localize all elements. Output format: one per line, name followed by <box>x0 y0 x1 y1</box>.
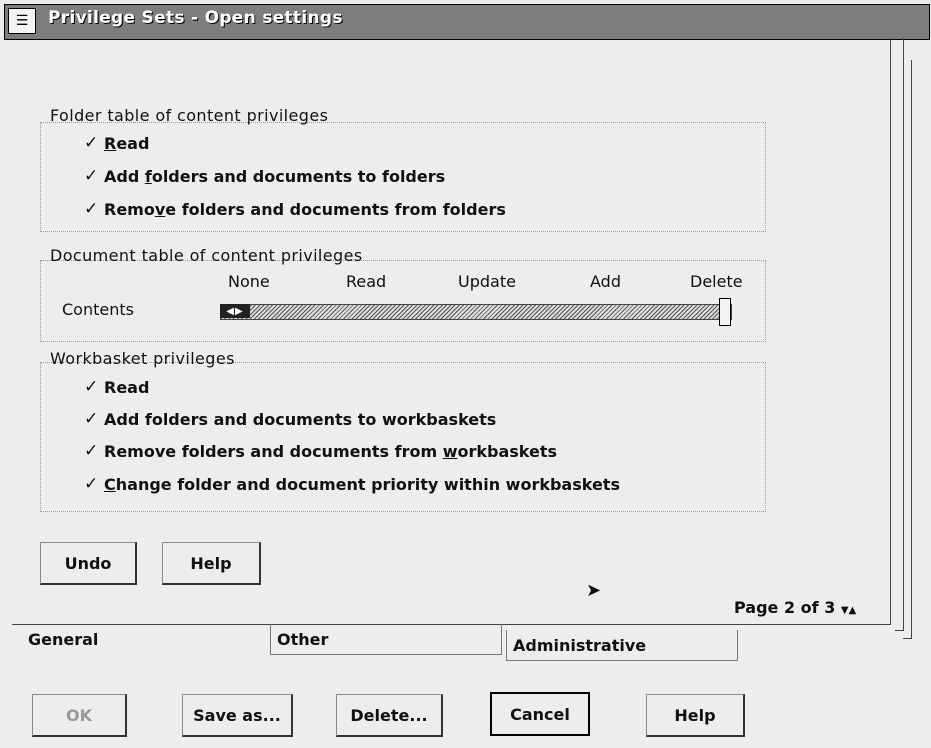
slider-tick-label: Update <box>458 272 516 291</box>
checkbox-label: Change folder and document priority with… <box>104 474 620 494</box>
page-indicator-text: Page 2 of 3 <box>734 598 836 617</box>
tab-other[interactable]: Other <box>270 624 502 655</box>
checkbox-label: Read <box>104 133 150 153</box>
checkbox-label: Remove folders and documents from workba… <box>104 441 557 461</box>
mouse-pointer-icon: ➤ <box>586 580 602 601</box>
workbasket-read-checkbox[interactable]: ✓ Read <box>84 377 149 397</box>
window-title: Privilege Sets - Open settings <box>48 8 343 28</box>
workbasket-add-checkbox[interactable]: ✓ Add folders and documents to workbaske… <box>84 409 496 429</box>
notebook-page-edge <box>903 60 912 639</box>
slider-tick-label: Delete <box>690 272 743 291</box>
delete-button[interactable]: Delete... <box>336 694 443 737</box>
folder-group-label: Folder table of content privileges <box>50 106 329 125</box>
slider-tick-label: Add <box>590 272 621 291</box>
page-indicator: Page 2 of 3 ▼▲ <box>734 598 856 617</box>
contents-slider[interactable] <box>220 304 732 320</box>
folder-read-checkbox[interactable]: ✓ Read <box>84 133 149 153</box>
checkmark-icon: ✓ <box>84 377 99 397</box>
contents-label: Contents <box>62 300 134 319</box>
page-help-button[interactable]: Help <box>162 542 261 585</box>
slider-arrows-icon[interactable]: ◀▶ <box>220 304 250 318</box>
workbasket-priority-checkbox[interactable]: ✓ Change folder and document priority wi… <box>84 474 620 494</box>
document-group-label: Document table of content privileges <box>50 246 363 265</box>
checkmark-icon: ✓ <box>84 409 99 429</box>
checkmark-icon: ✓ <box>84 166 99 186</box>
checkbox-label: Remove folders and documents from folder… <box>104 199 506 219</box>
checkbox-label: Add folders and documents to folders <box>104 166 446 186</box>
system-menu-icon[interactable]: ☰ <box>8 8 36 34</box>
folder-add-checkbox[interactable]: ✓ Add folders and documents to folders <box>84 166 445 186</box>
checkmark-icon: ✓ <box>84 474 99 494</box>
checkmark-icon: ✓ <box>84 441 99 461</box>
tab-administrative[interactable]: Administrative <box>506 630 738 661</box>
checkbox-label: Read <box>104 377 150 397</box>
slider-tick-label: Read <box>346 272 387 291</box>
folder-remove-checkbox[interactable]: ✓ Remove folders and documents from fold… <box>84 199 506 219</box>
ok-button[interactable]: OK <box>32 694 127 737</box>
checkbox-label: Add folders and documents to workbaskets <box>104 409 497 429</box>
dialog-help-button[interactable]: Help <box>646 694 745 737</box>
slider-tick-label: None <box>228 272 270 291</box>
slider-thumb[interactable] <box>719 298 731 326</box>
document-privileges-group <box>40 260 766 342</box>
tab-general[interactable]: General <box>22 624 258 654</box>
cancel-button[interactable]: Cancel <box>490 692 590 736</box>
workbasket-group-label: Workbasket privileges <box>50 349 235 368</box>
checkmark-icon: ✓ <box>84 133 99 153</box>
checkmark-icon: ✓ <box>84 199 99 219</box>
workbasket-remove-checkbox[interactable]: ✓ Remove folders and documents from work… <box>84 441 557 461</box>
undo-button[interactable]: Undo <box>40 542 137 585</box>
page-arrows-icon[interactable]: ▼▲ <box>841 605 856 616</box>
save-as-button[interactable]: Save as... <box>182 694 293 737</box>
